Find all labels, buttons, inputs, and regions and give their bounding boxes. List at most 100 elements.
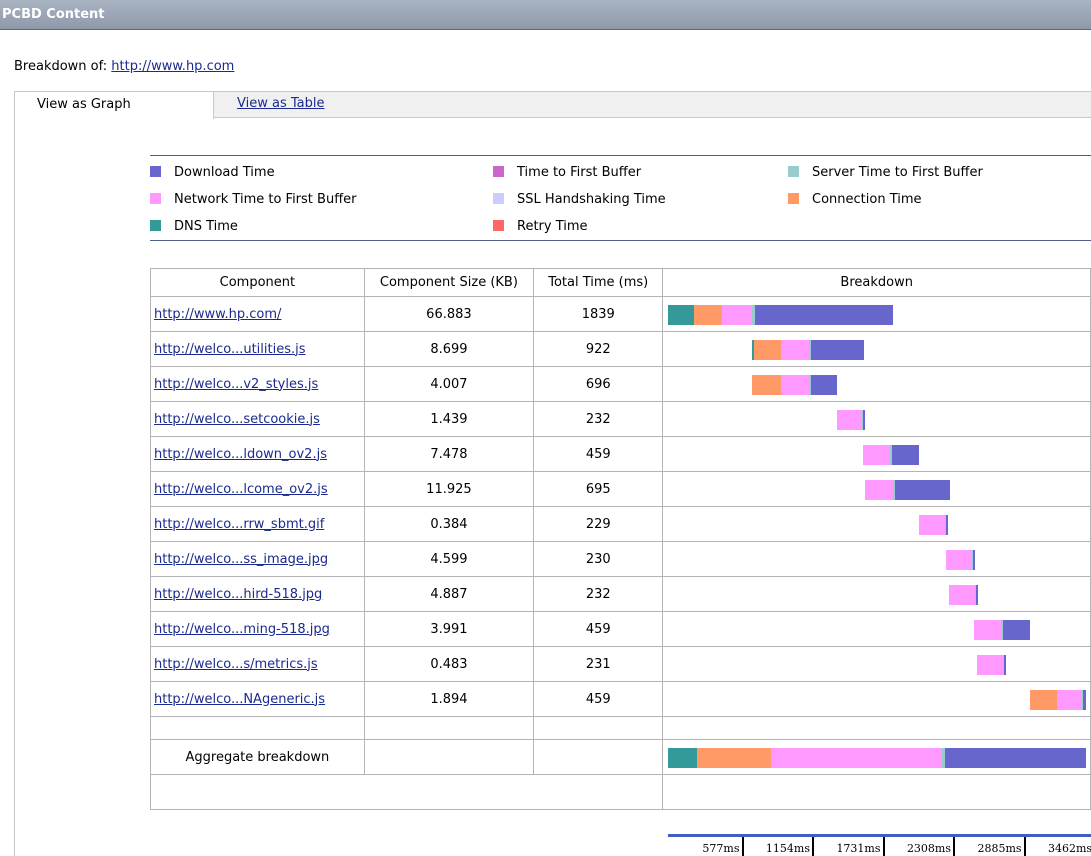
bar-segment-connection [753, 340, 781, 360]
table-row: http://welco...NAgeneric.js 1.894 459 [150, 681, 1091, 717]
legend-label: Retry Time [517, 219, 588, 234]
component-link[interactable]: http://welco...setcookie.js [154, 412, 320, 427]
empty-cell [533, 716, 664, 740]
component-link[interactable]: http://welco...ming-518.jpg [154, 622, 330, 637]
bar-segment-network [771, 748, 942, 768]
empty-cell [662, 716, 1091, 740]
component-link[interactable]: http://welco...s/metrics.js [154, 657, 318, 672]
bar-segment-network [973, 620, 1001, 640]
legend-swatch-retry-time [493, 220, 504, 231]
legend-item-dns-time: DNS Time [150, 219, 238, 234]
bar-segment-download [944, 748, 1087, 768]
spacer-row [150, 716, 1091, 740]
legend-item-ssl-handshaking: SSL Handshaking Time [493, 192, 666, 207]
bar-segment-network [780, 340, 809, 360]
table-row: http://www.hp.com/66.883 1839 [150, 296, 1091, 332]
header-component: Component [150, 268, 365, 297]
component-cell: http://welco...v2_styles.js [150, 366, 365, 402]
bar-segment-connection [1030, 690, 1057, 710]
bar-segment-network [780, 375, 809, 395]
breakdown-bar-cell [662, 366, 1091, 402]
component-cell: http://welco...setcookie.js [150, 401, 365, 437]
bar-segment-download [811, 340, 865, 360]
bar-segment-network [1056, 690, 1083, 710]
breakdown-header: Breakdown of: http://www.hp.com [14, 59, 234, 74]
breakdown-bar-cell [662, 611, 1091, 647]
total-time: 231 [533, 646, 664, 682]
component-cell: http://welco...NAgeneric.js [150, 681, 365, 717]
title-bar: PCBD Content [0, 0, 1091, 30]
axis-tick-label: 2885ms [955, 837, 1026, 856]
window-title: PCBD Content [2, 7, 105, 22]
component-link[interactable]: http://welco...ss_image.jpg [154, 552, 328, 567]
legend-label: Time to First Buffer [517, 165, 642, 180]
bar-segment-connection [693, 305, 723, 325]
component-size: 66.883 [363, 296, 535, 332]
empty-cell [363, 739, 535, 775]
header-component-size: Component Size (KB) [363, 268, 535, 297]
legend-swatch-download [150, 166, 161, 177]
component-link[interactable]: http://welco...lcome_ov2.js [154, 482, 328, 497]
total-time: 230 [533, 541, 664, 577]
component-size: 4.887 [363, 576, 535, 612]
bar-segment-network [864, 480, 893, 500]
bar-segment-download [811, 375, 837, 395]
breakdown-bar-cell [662, 506, 1091, 542]
component-size: 3.991 [363, 611, 535, 647]
tab-view-as-graph-label: View as Graph [37, 97, 131, 112]
component-link[interactable]: http://welco...rrw_sbmt.gif [154, 517, 324, 532]
header-total-time: Total Time (ms) [533, 268, 664, 297]
component-cell: http://welco...ss_image.jpg [150, 541, 365, 577]
bar-segment-download [755, 305, 894, 325]
component-cell: http://www.hp.com/ [150, 296, 365, 332]
legend-label: Network Time to First Buffer [174, 192, 357, 207]
component-link[interactable]: http://www.hp.com/ [154, 307, 281, 322]
total-time: 696 [533, 366, 664, 402]
breakdown-bar-cell [662, 646, 1091, 682]
component-cell: http://welco...utilities.js [150, 331, 365, 367]
tab-view-as-table[interactable]: View as Table [237, 96, 324, 111]
bar-segment-connection [697, 748, 772, 768]
component-size: 8.699 [363, 331, 535, 367]
total-time: 232 [533, 401, 664, 437]
bar-segment-download [1003, 655, 1006, 675]
legend-swatch-server-time [788, 166, 799, 177]
component-link[interactable]: http://welco...ldown_ov2.js [154, 447, 327, 462]
axis-tick-label: 3462ms [1026, 837, 1091, 856]
table-row: http://welco...rrw_sbmt.gif 0.384 229 [150, 506, 1091, 542]
legend-item-connection-time: Connection Time [788, 192, 922, 207]
component-size: 0.483 [363, 646, 535, 682]
bar-segment-dns [668, 305, 694, 325]
breakdown-bar-cell [662, 471, 1091, 507]
table-row: http://welco...v2_styles.js 4.007 696 [150, 366, 1091, 402]
legend-swatch-time-to-first-buffer [493, 166, 504, 177]
total-time: 695 [533, 471, 664, 507]
bar-segment-network [863, 445, 890, 465]
component-link[interactable]: http://welco...NAgeneric.js [154, 692, 325, 707]
legend-label: Server Time to First Buffer [812, 165, 983, 180]
breakdown-bar-cell [662, 436, 1091, 472]
bar-segment-download [894, 480, 950, 500]
table-row: http://welco...ldown_ov2.js 7.478 459 [150, 436, 1091, 472]
component-link[interactable]: http://welco...utilities.js [154, 342, 306, 357]
breakdown-url-link[interactable]: http://www.hp.com [111, 59, 234, 74]
total-time: 459 [533, 436, 664, 472]
breakdown-bar-cell [662, 331, 1091, 367]
component-cell: http://welco...ming-518.jpg [150, 611, 365, 647]
breakdown-bar-cell [662, 296, 1091, 332]
tab-view-as-graph[interactable]: View as Graph [14, 91, 214, 119]
total-time: 459 [533, 611, 664, 647]
legend-item-network-time: Network Time to First Buffer [150, 192, 357, 207]
bar-segment-dns [668, 748, 698, 768]
bar-segment-network [977, 655, 1003, 675]
component-link[interactable]: http://welco...hird-518.jpg [154, 587, 322, 602]
legend-item-time-to-first-buffer: Time to First Buffer [493, 165, 641, 180]
component-link[interactable]: http://welco...v2_styles.js [154, 377, 318, 392]
component-size: 11.925 [363, 471, 535, 507]
legend-swatch-connection-time [788, 193, 799, 204]
time-axis: 577ms 1154ms 1731ms 2308ms 2885ms 3462ms [668, 834, 1091, 856]
bar-segment-network [945, 550, 972, 570]
header-breakdown: Breakdown [662, 268, 1091, 297]
total-time: 922 [533, 331, 664, 367]
table-header-row: Component Component Size (KB) Total Time… [150, 268, 1091, 297]
